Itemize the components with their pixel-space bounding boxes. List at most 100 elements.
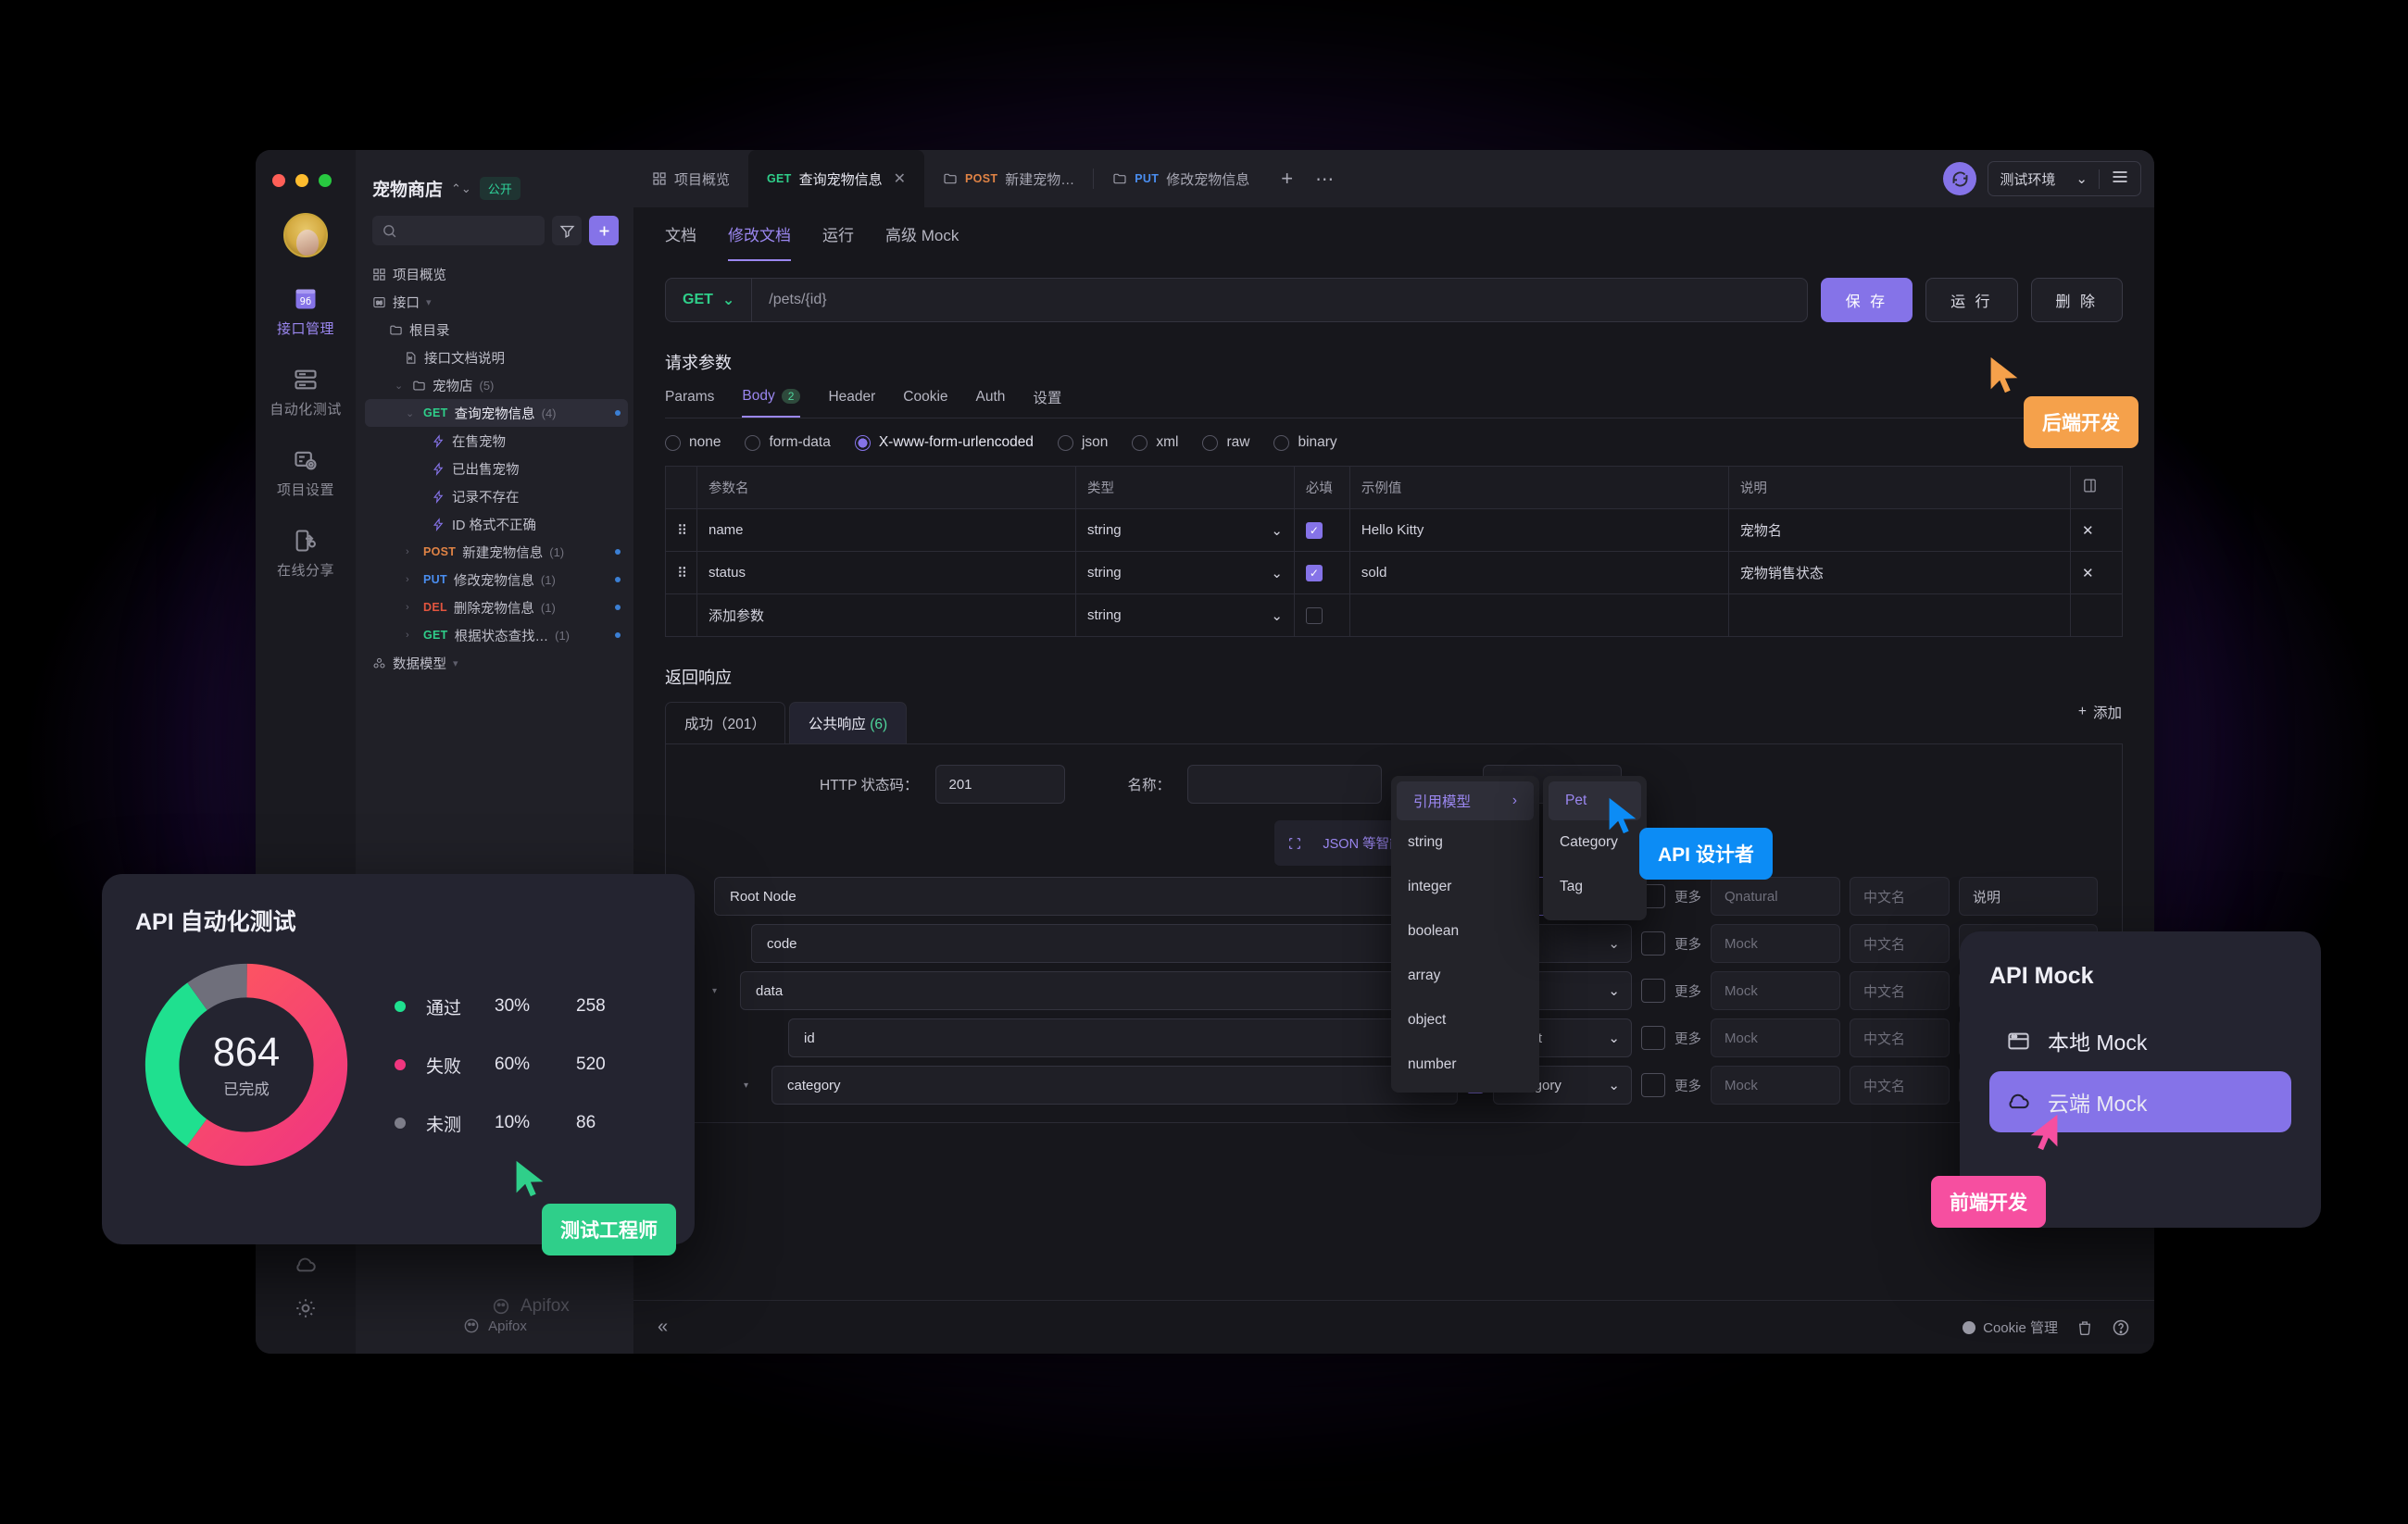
cell-param-type[interactable]: string ⌄ bbox=[1074, 551, 1295, 594]
tree-item-endpoint-get-query[interactable]: ⌄ GET 查询宠物信息 (4) bbox=[365, 399, 628, 427]
tab-query-pet[interactable]: GET 查询宠物信息 ✕ bbox=[748, 150, 925, 207]
cell-param-example[interactable] bbox=[1348, 593, 1729, 637]
schema-more-button[interactable]: 更多 bbox=[1674, 1076, 1701, 1095]
gear-icon[interactable] bbox=[294, 1296, 318, 1320]
tree-item-doc[interactable]: 接口文档说明 bbox=[365, 344, 628, 371]
path-input[interactable]: /pets/{id} bbox=[752, 292, 1806, 308]
tree-item-overview[interactable]: 项目概览 bbox=[365, 260, 628, 288]
cell-param-required[interactable]: ✓ bbox=[1293, 508, 1350, 552]
minimize-window-dot[interactable] bbox=[295, 174, 308, 187]
new-tab-button[interactable]: + bbox=[1268, 167, 1306, 191]
tab-document[interactable]: 文档 bbox=[665, 222, 696, 261]
radio-raw[interactable]: raw bbox=[1202, 434, 1249, 451]
sidebar-item-online-share[interactable]: 在线分享 bbox=[267, 527, 345, 580]
response-tab-success[interactable]: 成功（201） bbox=[665, 702, 785, 743]
tree-item-case-sold[interactable]: 已出售宠物 bbox=[365, 455, 628, 482]
tree-item-endpoint-post-create[interactable]: › POST 新建宠物信息 (1) bbox=[365, 538, 628, 566]
schema-mock-input[interactable]: Mock bbox=[1711, 1066, 1840, 1105]
search-input[interactable] bbox=[372, 216, 545, 245]
help-icon[interactable] bbox=[2112, 1318, 2130, 1337]
checkbox-unchecked-icon[interactable] bbox=[1305, 606, 1323, 624]
response-tab-public[interactable]: 公共响应 (6) bbox=[788, 702, 908, 743]
cell-param-type[interactable]: string ⌄ bbox=[1074, 593, 1295, 637]
param-tab-cookie[interactable]: Cookie bbox=[903, 387, 947, 418]
project-header[interactable]: 宠物商店 ⌃⌄ 公开 bbox=[356, 150, 633, 212]
cell-add-param[interactable]: 添加参数 bbox=[696, 593, 1076, 637]
schema-cn-input[interactable]: 中文名 bbox=[1850, 1066, 1950, 1105]
filter-button[interactable] bbox=[552, 216, 582, 245]
drag-handle-icon[interactable]: ⠿ bbox=[665, 508, 697, 552]
schema-field-name[interactable]: id bbox=[788, 1018, 1458, 1057]
dropdown-item-reference-model[interactable]: 引用模型 › bbox=[1397, 781, 1534, 820]
tree-item-apis[interactable]: 9б 接口 ▾ bbox=[365, 288, 628, 316]
trash-icon[interactable] bbox=[2076, 1318, 2093, 1337]
param-tab-params[interactable]: Params bbox=[665, 387, 714, 418]
checkbox-checked-icon[interactable]: ✓ bbox=[1305, 564, 1323, 581]
schema-mock-input[interactable]: Mock bbox=[1711, 924, 1840, 963]
maximize-window-dot[interactable] bbox=[319, 174, 332, 187]
cell-param-desc[interactable]: 宠物名 bbox=[1727, 508, 2072, 552]
chevron-down-icon[interactable]: ▾ bbox=[426, 296, 437, 308]
chevron-down-icon[interactable]: ▾ bbox=[712, 986, 727, 996]
tab-overflow-button[interactable]: ⋯ bbox=[1306, 168, 1343, 191]
schema-cn-input[interactable]: 中文名 bbox=[1850, 877, 1950, 916]
chevron-right-icon[interactable]: › bbox=[406, 630, 417, 641]
delete-button[interactable]: 删 除 bbox=[2030, 278, 2123, 322]
radio-form-data[interactable]: form-data bbox=[745, 434, 831, 451]
close-window-dot[interactable] bbox=[272, 174, 285, 187]
sidebar-item-automated-test[interactable]: 自动化测试 bbox=[267, 366, 345, 418]
url-bar[interactable]: GET ⌄ /pets/{id} bbox=[665, 278, 1808, 322]
cookie-manager-button[interactable]: Cookie 管理 bbox=[1963, 1318, 2058, 1337]
cell-param-required[interactable] bbox=[1293, 593, 1350, 637]
tab-create-pet[interactable]: POST 新建宠物… bbox=[924, 150, 1093, 207]
table-row[interactable]: ⠿ name string ⌄ ✓ Hello Kitty 宠物名 ✕ bbox=[665, 508, 2123, 552]
sidebar-item-project-settings[interactable]: 项目设置 bbox=[267, 446, 345, 499]
radio-json[interactable]: json bbox=[1057, 434, 1108, 451]
radio-urlencoded[interactable]: X-www-form-urlencoded bbox=[854, 434, 1034, 451]
cell-param-name[interactable]: status bbox=[696, 551, 1076, 594]
tree-item-endpoint-get-by-status[interactable]: › GET 根据状态查找… (1) bbox=[365, 621, 628, 649]
chevron-right-icon[interactable]: › bbox=[406, 546, 417, 557]
schema-cn-input[interactable]: 中文名 bbox=[1850, 1018, 1950, 1057]
status-code-input[interactable]: 201 bbox=[934, 765, 1065, 804]
window-traffic-lights[interactable] bbox=[272, 174, 332, 187]
radio-xml[interactable]: xml bbox=[1132, 434, 1178, 451]
dropdown-item-array[interactable]: array bbox=[1391, 954, 1539, 998]
schema-field-name[interactable]: data bbox=[740, 971, 1458, 1010]
avatar[interactable] bbox=[283, 213, 328, 257]
chevron-down-icon[interactable]: ⌄ bbox=[406, 407, 417, 419]
tab-update-pet[interactable]: PUT 修改宠物信息 bbox=[1094, 150, 1268, 207]
environment-menu-button[interactable] bbox=[2099, 169, 2140, 189]
dropdown-item-object[interactable]: object bbox=[1391, 998, 1539, 1043]
dropdown-item-boolean[interactable]: boolean bbox=[1391, 909, 1539, 954]
schema-cn-input[interactable]: 中文名 bbox=[1850, 971, 1950, 1010]
sync-button[interactable] bbox=[1943, 162, 1977, 195]
schema-field-name[interactable]: category bbox=[771, 1066, 1458, 1105]
chevron-right-icon[interactable]: › bbox=[406, 574, 417, 585]
schema-field-name[interactable]: code bbox=[751, 924, 1458, 963]
add-response-button[interactable]: + 添加 bbox=[2078, 702, 2122, 722]
submenu-item-tag[interactable]: Tag bbox=[1543, 865, 1647, 909]
cloud-icon[interactable] bbox=[294, 1254, 318, 1278]
cell-param-desc[interactable]: 宠物销售状态 bbox=[1727, 551, 2072, 594]
table-row[interactable]: ⠿ status string ⌄ ✓ sold 宠物销售状态 ✕ bbox=[665, 551, 2123, 594]
tab-advanced-mock[interactable]: 高级 Mock bbox=[885, 222, 959, 261]
checkbox-checked-icon[interactable]: ✓ bbox=[1305, 521, 1323, 539]
run-button[interactable]: 运 行 bbox=[1925, 278, 2018, 322]
tree-item-folder-petstore[interactable]: ⌄ 宠物店 (5) bbox=[365, 371, 628, 399]
cell-param-example[interactable]: Hello Kitty bbox=[1348, 508, 1729, 552]
tree-item-case-not-found[interactable]: 记录不存在 bbox=[365, 482, 628, 510]
cell-param-desc[interactable] bbox=[1727, 593, 2072, 637]
cell-param-type[interactable]: string ⌄ bbox=[1074, 508, 1295, 552]
schema-mock-input[interactable]: Qnatural bbox=[1711, 877, 1840, 916]
col-header-actions[interactable] bbox=[2070, 466, 2123, 509]
remove-row-icon[interactable]: ✕ bbox=[2070, 551, 2123, 594]
chevron-right-icon[interactable]: › bbox=[406, 602, 417, 613]
tree-item-endpoint-put-update[interactable]: › PUT 修改宠物信息 (1) bbox=[365, 566, 628, 593]
schema-mock-input[interactable]: Mock bbox=[1711, 1018, 1840, 1057]
tab-run[interactable]: 运行 bbox=[822, 222, 854, 261]
table-row-add[interactable]: 添加参数 string ⌄ bbox=[665, 593, 2123, 637]
collapse-icon[interactable]: « bbox=[658, 1317, 668, 1338]
schema-cn-input[interactable]: 中文名 bbox=[1850, 924, 1950, 963]
schema-more-button[interactable]: 更多 bbox=[1674, 887, 1701, 906]
